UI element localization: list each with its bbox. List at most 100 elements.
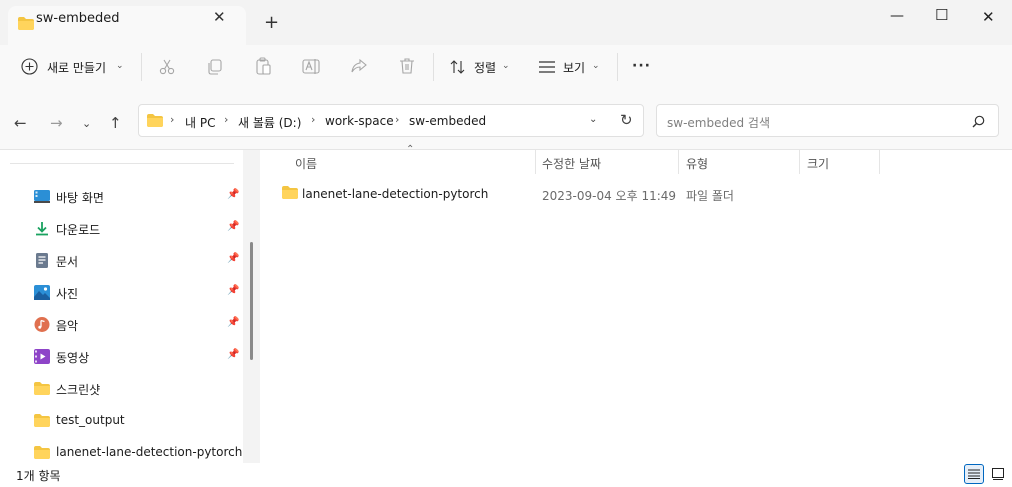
tiles-view-icon <box>992 468 1004 480</box>
breadcrumb-work-space[interactable]: work-space <box>325 114 394 128</box>
column-divider[interactable] <box>879 150 880 174</box>
column-header-size[interactable]: 크기 <box>807 155 829 172</box>
sidebar-item-label: 음악 <box>56 319 79 333</box>
breadcrumb-separator[interactable]: › <box>170 113 174 126</box>
back-button[interactable]: ← <box>14 114 27 132</box>
item-count: 1개 항목 <box>16 469 61 483</box>
sidebar-item-label: 바탕 화면 <box>56 191 104 205</box>
sidebar-item-music[interactable]: 음악 📌 <box>30 313 245 337</box>
sort-ascending-icon: ⌃ <box>406 144 415 155</box>
document-icon <box>36 253 48 268</box>
sort-label: 정렬 <box>474 61 497 75</box>
paste-icon[interactable] <box>254 57 272 76</box>
breadcrumb-separator[interactable]: › <box>224 113 228 126</box>
desktop-icon <box>34 190 50 203</box>
tiles-view-button[interactable] <box>988 464 1008 484</box>
copy-icon[interactable] <box>206 58 224 76</box>
sidebar-item-label: 스크린샷 <box>56 383 101 397</box>
chevron-down-icon: ⌄ <box>592 61 600 71</box>
divider <box>433 53 434 81</box>
divider <box>617 53 618 81</box>
sidebar-item-test-output[interactable]: test_output <box>30 409 245 433</box>
folder-icon <box>147 114 163 127</box>
sidebar-item-lanenet[interactable]: lanenet-lane-detection-pytorch <box>30 441 245 465</box>
folder-icon <box>34 414 50 427</box>
sidebar-item-pictures[interactable]: 사진 📌 <box>30 281 245 305</box>
folder-icon <box>34 446 50 459</box>
refresh-icon[interactable]: ↻ <box>620 111 633 129</box>
sidebar-item-label: 문서 <box>56 255 79 269</box>
video-icon <box>34 349 50 364</box>
nav-scrollbar-thumb[interactable] <box>250 242 253 360</box>
column-header-type[interactable]: 유형 <box>686 155 708 172</box>
pin-icon: 📌 <box>227 349 240 360</box>
chevron-down-icon: ⌄ <box>116 61 124 71</box>
view-button[interactable]: 보기 ⌄ <box>532 54 608 80</box>
search-icon <box>972 115 985 128</box>
pictures-icon <box>34 285 50 300</box>
folder-icon <box>18 17 34 30</box>
sidebar-item-desktop[interactable]: 바탕 화면 📌 <box>30 185 245 209</box>
new-button-label: 새로 만들기 <box>47 61 107 75</box>
pin-icon: 📌 <box>227 285 240 296</box>
address-history-chevron-icon[interactable]: ⌄ <box>589 114 597 125</box>
recent-locations-button[interactable]: ⌄ <box>82 117 91 130</box>
sidebar-item-label: 동영상 <box>56 351 90 365</box>
sort-icon <box>450 60 465 74</box>
column-divider[interactable] <box>799 150 800 174</box>
pin-icon: 📌 <box>227 317 240 328</box>
sidebar-item-label: 다운로드 <box>56 223 101 237</box>
column-header-modified[interactable]: 수정한 날짜 <box>542 155 601 172</box>
search-box[interactable]: sw-embeded 검색 <box>656 104 999 137</box>
minimize-button[interactable]: — <box>890 8 904 24</box>
column-header-name[interactable]: 이름 <box>295 155 317 172</box>
plus-circle-icon <box>21 58 38 75</box>
pin-icon: 📌 <box>227 221 240 232</box>
details-view-button[interactable] <box>964 464 984 484</box>
new-tab-button[interactable]: + <box>264 14 279 32</box>
up-button[interactable]: ↑ <box>109 114 122 132</box>
more-options-icon[interactable]: ··· <box>632 58 651 74</box>
sidebar-item-downloads[interactable]: 다운로드 📌 <box>30 217 245 241</box>
details-view-icon <box>968 469 980 479</box>
tab-title: sw-embeded <box>36 11 120 26</box>
file-modified: 2023-09-04 오후 11:49 <box>542 189 677 203</box>
nav-divider <box>10 163 234 164</box>
breadcrumb-drive-d[interactable]: 새 볼륨 (D:) <box>238 114 301 131</box>
cut-icon[interactable] <box>158 58 176 76</box>
sidebar-item-documents[interactable]: 문서 📌 <box>30 249 245 273</box>
close-window-button[interactable]: ✕ <box>982 8 995 26</box>
sort-button[interactable]: 정렬 ⌄ <box>444 54 520 80</box>
download-icon <box>36 222 48 236</box>
share-icon[interactable] <box>350 57 368 75</box>
search-placeholder: sw-embeded 검색 <box>667 116 770 130</box>
rename-icon[interactable] <box>302 57 320 76</box>
folder-icon <box>282 186 298 199</box>
breadcrumb-my-pc[interactable]: 내 PC <box>185 114 215 131</box>
new-button[interactable]: 새로 만들기 ⌄ <box>14 54 134 80</box>
delete-icon[interactable] <box>398 57 416 75</box>
view-list-icon <box>539 61 555 73</box>
file-name[interactable]: lanenet-lane-detection-pytorch <box>302 187 488 201</box>
sidebar-item-label: lanenet-lane-detection-pytorch <box>56 445 243 459</box>
forward-button[interactable]: → <box>50 114 63 132</box>
pin-icon: 📌 <box>227 189 240 200</box>
pin-icon: 📌 <box>227 253 240 264</box>
maximize-button[interactable]: ☐ <box>935 6 948 24</box>
breadcrumb-separator[interactable]: › <box>395 113 399 126</box>
music-icon <box>34 317 50 332</box>
breadcrumb-separator[interactable]: › <box>311 113 315 126</box>
column-divider[interactable] <box>535 150 536 174</box>
sidebar-item-label: test_output <box>56 413 125 427</box>
sidebar-item-screenshots[interactable]: 스크린샷 <box>30 377 245 401</box>
file-type: 파일 폴더 <box>686 189 734 203</box>
close-tab-icon[interactable]: ✕ <box>213 8 226 26</box>
column-divider[interactable] <box>678 150 679 174</box>
breadcrumb-sw-embeded[interactable]: sw-embeded <box>409 114 486 128</box>
sidebar-item-videos[interactable]: 동영상 📌 <box>30 345 245 369</box>
folder-icon <box>34 382 50 395</box>
divider <box>141 53 142 81</box>
chevron-down-icon: ⌄ <box>502 61 510 71</box>
view-label: 보기 <box>563 61 586 75</box>
sidebar-item-label: 사진 <box>56 287 79 301</box>
